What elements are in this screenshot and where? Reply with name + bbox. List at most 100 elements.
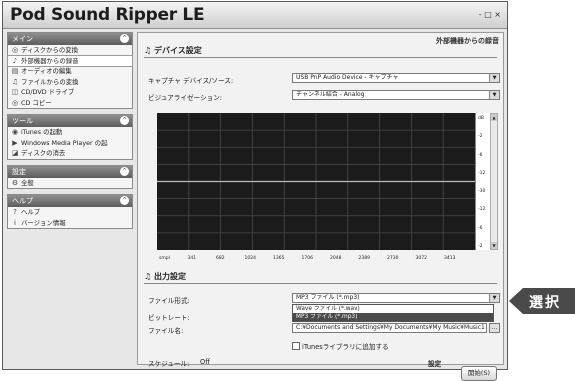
sidebar-item-label: ヘルプ (21, 208, 41, 216)
frequency-label: 3072 (415, 256, 427, 261)
visualization-label: ビジュアライゼーション: (148, 94, 223, 102)
title-bar: Pod Sound Ripper LE - □ × (3, 2, 507, 29)
db-scale-label: -30 (478, 189, 486, 195)
info-icon: i (14, 218, 16, 227)
music-note-icon: ♫ (11, 77, 19, 86)
scrollbar[interactable]: ▲ ▼ (490, 113, 498, 250)
sidebar-item-label: 外部機器からの録音 (21, 56, 79, 65)
sidebar-panel-title: ヘルプ (12, 197, 33, 205)
collapse-icon[interactable]: ⌃ (120, 116, 129, 125)
output-settings-heading: ♫ 出力設定 (144, 272, 186, 281)
sidebar-item[interactable]: ? ヘルプ (8, 207, 132, 218)
disc-icon: ◎ (11, 46, 19, 54)
sidebar-item[interactable]: i バージョン情報 (8, 218, 132, 229)
drive-icon: ◫ (11, 88, 19, 96)
db-scale-label: -2 (478, 134, 483, 140)
sidebar-item-label: CD/DVD ドライブ (21, 88, 75, 96)
chevron-down-icon[interactable]: ▼ (489, 294, 499, 302)
microphone-icon: ♪ (12, 56, 18, 65)
frequency-label: 2048 (330, 256, 342, 261)
frequency-label: 1706 (301, 256, 313, 261)
sidebar-item[interactable]: ◉ iTunes の起動 (8, 127, 132, 138)
frequency-label: 1365 (273, 256, 285, 261)
settings-link[interactable]: 設定 (428, 358, 441, 368)
capture-device-select[interactable]: USB PnP Audio Device - キャプチャ ▼ (292, 73, 500, 83)
output-icon: ♫ (144, 272, 154, 281)
waveform-icon: ▤ (11, 67, 19, 75)
frequency-label: 3413 (444, 256, 456, 261)
schedule-label: スケジュール: (148, 360, 190, 368)
itunes-checkbox-label: iTunesライブラリに追加する (302, 343, 389, 351)
db-scale-label: -2 (478, 244, 483, 249)
collapse-icon[interactable]: ⌃ (120, 196, 129, 205)
frequency-label: 2389 (358, 256, 370, 261)
scroll-up-icon[interactable]: ▲ (491, 114, 497, 121)
chevron-down-icon[interactable]: ▼ (489, 91, 499, 99)
callout-text: 選択 (529, 295, 561, 311)
sidebar-panel-header[interactable]: ツール ⌃ (8, 115, 132, 127)
collapse-icon[interactable]: ⌃ (120, 34, 129, 43)
app-title: Pod Sound Ripper LE (10, 5, 205, 25)
sidebar-panel-header[interactable]: メイン ⌃ (8, 33, 132, 45)
bitrate-label: ビットレート: (148, 314, 190, 322)
frequency-label: 341 (187, 256, 197, 261)
format-label: ファイル形式: (148, 297, 190, 305)
device-icon: ♫ (144, 46, 154, 55)
sidebar-panel-header[interactable]: ヘルプ ⌃ (8, 195, 132, 207)
frequency-label: 682 (216, 256, 225, 261)
sidebar-item[interactable]: ▶ Windows Media Player の起 (8, 138, 132, 149)
format-option[interactable]: MP3 ファイル (*.mp3) (293, 313, 493, 321)
browse-button[interactable]: ... (489, 323, 500, 333)
sidebar-panel-title: ツール (12, 117, 33, 125)
sidebar-panel: ツール ⌃ ◉ iTunes の起動 ▶ Windows Media Player の起 ◪… (7, 114, 133, 160)
db-scale: dB -2 -6 -12 -30 -12 -6 -2 (475, 113, 490, 250)
page-title: 外部機器からの録音 (436, 37, 499, 45)
divider (144, 57, 497, 58)
sidebar-item-label: 全般 (21, 178, 34, 187)
itunes-checkbox[interactable] (292, 342, 300, 350)
scroll-down-icon[interactable]: ▼ (491, 242, 497, 249)
collapse-icon[interactable]: ⌃ (120, 166, 129, 176)
schedule-value: Off (200, 358, 210, 366)
filename-input[interactable]: C:¥Documents and Settings¥My Documents¥M… (292, 323, 487, 333)
media-player-icon: ▶ (12, 138, 18, 147)
sidebar-item[interactable]: ◎ CD コピー (8, 98, 132, 109)
sidebar-item-label: CD コピー (21, 98, 52, 107)
filename-label: ファイル名: (148, 327, 184, 335)
sidebar-item-label: ファイルからの変換 (21, 77, 79, 86)
sidebar-panel-header[interactable]: 設定 ⌃ (8, 165, 132, 178)
format-option[interactable]: Wave ファイル (*.wav) (293, 305, 493, 313)
sidebar-item[interactable]: ⚙ 全般 (8, 178, 132, 189)
frequency-label: 2730 (387, 256, 399, 261)
sidebar-panel: 設定 ⌃ ⚙ 全般 (7, 164, 133, 189)
sidebar-panel-title: 設定 (12, 167, 26, 176)
divider (144, 283, 497, 284)
sidebar-item-label: バージョン情報 (21, 218, 66, 227)
app-window: Pod Sound Ripper LE - □ × メイン ⌃ ◎ ディスクからの変換… (2, 1, 508, 381)
itunes-icon: ◉ (11, 128, 19, 136)
format-select[interactable]: MP3 ファイル (*.mp3) ▼ (292, 293, 500, 303)
sidebar-item-label: ディスクの消去 (21, 149, 66, 157)
window-controls[interactable]: - □ × (479, 10, 501, 19)
chevron-down-icon[interactable]: ▼ (489, 74, 499, 82)
select-callout: 選択 (509, 288, 575, 314)
sidebar-item[interactable]: ♪ 外部機器からの録音 (7, 54, 133, 67)
visualization-select[interactable]: チャンネル結合 - Analog ▼ (292, 90, 500, 100)
sidebar-item[interactable]: ◎ ディスクからの変換 (8, 45, 132, 56)
db-scale-label: -6 (478, 225, 483, 231)
sidebar-item[interactable]: ◪ ディスクの消去 (8, 148, 132, 159)
db-scale-label: -6 (478, 152, 483, 158)
sidebar-item[interactable]: ◫ CD/DVD ドライブ (8, 87, 132, 98)
sidebar-item[interactable]: ▤ オーディオの編集 (8, 66, 132, 77)
eraser-icon: ◪ (11, 149, 19, 157)
db-scale-label: -12 (478, 170, 486, 176)
device-settings-heading: ♫ デバイス設定 (144, 46, 202, 55)
sidebar-item[interactable]: ♫ ファイルからの変換 (8, 77, 132, 88)
help-icon: ? (13, 208, 17, 216)
frequency-label: smpl (159, 256, 170, 261)
gear-icon: ⚙ (11, 178, 19, 187)
visualizer-panel (157, 113, 475, 250)
start-button[interactable]: 開始(S) (461, 366, 497, 381)
format-dropdown-list[interactable]: Wave ファイル (*.wav) MP3 ファイル (*.mp3) (292, 304, 494, 322)
sidebar-item-label: iTunes の起動 (21, 128, 63, 136)
